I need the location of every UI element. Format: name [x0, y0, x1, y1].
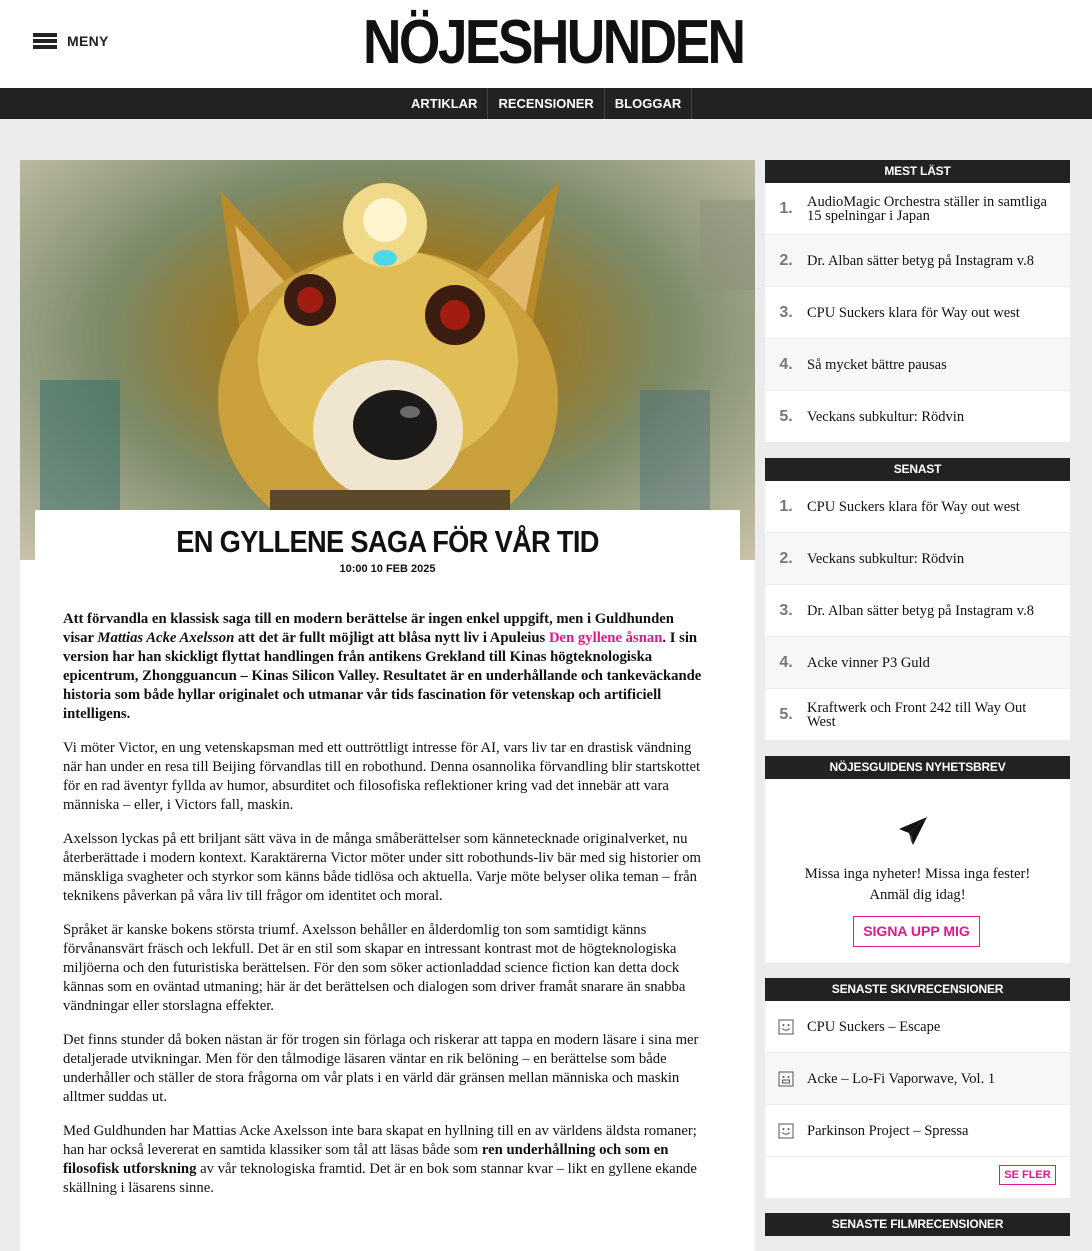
latest-heading: SENAST: [765, 458, 1070, 481]
article-paragraph: Vi möter Victor, en ung vetenskapsman me…: [63, 740, 701, 813]
newsletter-text: Missa inga nyheter! Missa inga fester! A…: [804, 866, 1031, 903]
latest-box: SENAST 1. CPU Suckers klara för Way out w…: [765, 458, 1070, 741]
author-name: Mattias Acke Axelsson: [97, 630, 235, 646]
article-title: EN GYLLENE SAGA FÖR VÅR TID: [176, 524, 599, 559]
nav-item-recensioner[interactable]: RECENSIONER: [487, 88, 603, 119]
list-item[interactable]: 3. Dr. Alban sätter betyg på Instagram v.…: [765, 585, 1070, 637]
article-date: 10:00 10 FEB 2025: [339, 563, 436, 575]
list-item[interactable]: 2. Dr. Alban sätter betyg på Instagram v.…: [765, 235, 1070, 287]
list-item[interactable]: 1. CPU Suckers klara för Way out west: [765, 481, 1070, 533]
article-paragraph: Med Guldhunden har Mattias Acke Axelsson…: [63, 1123, 697, 1196]
list-item[interactable]: Acke – Lo-Fi Vaporwave, Vol. 1: [765, 1053, 1070, 1105]
list-item[interactable]: 2. Veckans subkultur: Rödvin: [765, 533, 1070, 585]
grin-icon: [765, 1071, 807, 1087]
sidebar: MEST LÄST 1. AudioMagic Orchestra ställer…: [765, 160, 1070, 1236]
site-logo[interactable]: NÖJESHUNDEN: [363, 8, 746, 78]
article-body: Att förvandla en klassisk saga till en m…: [63, 610, 703, 1213]
list-item[interactable]: 4. Så mycket bättre pausas: [765, 339, 1070, 391]
menu-label: MENY: [67, 33, 109, 49]
hamburger-icon: [33, 33, 57, 49]
record-reviews-list: CPU Suckers – Escape Acke – Lo-Fi Vaporw…: [765, 1001, 1070, 1157]
most-read-box: MEST LÄST 1. AudioMagic Orchestra ställer…: [765, 160, 1070, 443]
nav-item-artiklar[interactable]: ARTIKLAR: [401, 88, 487, 119]
menu-button[interactable]: MENY: [33, 33, 109, 49]
article-title-box: EN GYLLENE SAGA FÖR VÅR TID 10:00 10 FEB…: [35, 510, 740, 585]
smiley-icon: [765, 1019, 807, 1035]
book-link[interactable]: Den gyllene åsnan: [549, 630, 662, 646]
film-reviews-heading: SENASTE FILMRECENSIONER: [765, 1213, 1070, 1236]
record-reviews-heading: SENASTE SKIVRECENSIONER: [765, 978, 1070, 1001]
smiley-icon: [765, 1123, 807, 1139]
hero-image-robot-dog: [20, 160, 755, 560]
list-item[interactable]: 4. Acke vinner P3 Guld: [765, 637, 1070, 689]
film-reviews-box: SENASTE FILMRECENSIONER: [765, 1213, 1070, 1236]
see-more-button[interactable]: SE FLER: [999, 1165, 1056, 1185]
article: EN GYLLENE SAGA FÖR VÅR TID 10:00 10 FEB…: [20, 160, 755, 1251]
most-read-list: 1. AudioMagic Orchestra ställer in samtli…: [765, 183, 1070, 443]
list-item[interactable]: Parkinson Project – Spressa: [765, 1105, 1070, 1157]
site-header: MENY NÖJESHUNDEN: [0, 0, 1092, 88]
article-paragraph: Språket är kanske bokens största triumf.…: [63, 922, 686, 1014]
nav-item-bloggar[interactable]: BLOGGAR: [603, 88, 693, 119]
article-paragraph: Axelsson lyckas på ett briljant sätt väv…: [63, 831, 701, 904]
see-more-row: SE FLER: [765, 1157, 1070, 1198]
article-lead: Att förvandla en klassisk saga till en m…: [63, 611, 702, 722]
list-item[interactable]: 5. Kraftwerk och Front 242 till Way Out W…: [765, 689, 1070, 741]
newsletter-heading: NÖJESGUIDENS NYHETSBREV: [765, 756, 1070, 779]
main-nav: ARTIKLAR RECENSIONER BLOGGAR: [0, 88, 1092, 119]
list-item[interactable]: CPU Suckers – Escape: [765, 1001, 1070, 1053]
signup-button[interactable]: SIGNA UPP MIG: [853, 916, 980, 947]
list-item[interactable]: 1. AudioMagic Orchestra ställer in samtli…: [765, 183, 1070, 235]
most-read-heading: MEST LÄST: [765, 160, 1070, 183]
paper-plane-icon: [897, 815, 929, 852]
newsletter-box: NÖJESGUIDENS NYHETSBREV Missa inga nyhet…: [765, 756, 1070, 963]
list-item[interactable]: 5. Veckans subkultur: Rödvin: [765, 391, 1070, 443]
record-reviews-box: SENASTE SKIVRECENSIONER CPU Suckers – Es…: [765, 978, 1070, 1198]
latest-list: 1. CPU Suckers klara för Way out west 2. V…: [765, 481, 1070, 741]
list-item[interactable]: 3. CPU Suckers klara för Way out west: [765, 287, 1070, 339]
article-paragraph: Det finns stunder då boken nästan är för…: [63, 1032, 699, 1105]
